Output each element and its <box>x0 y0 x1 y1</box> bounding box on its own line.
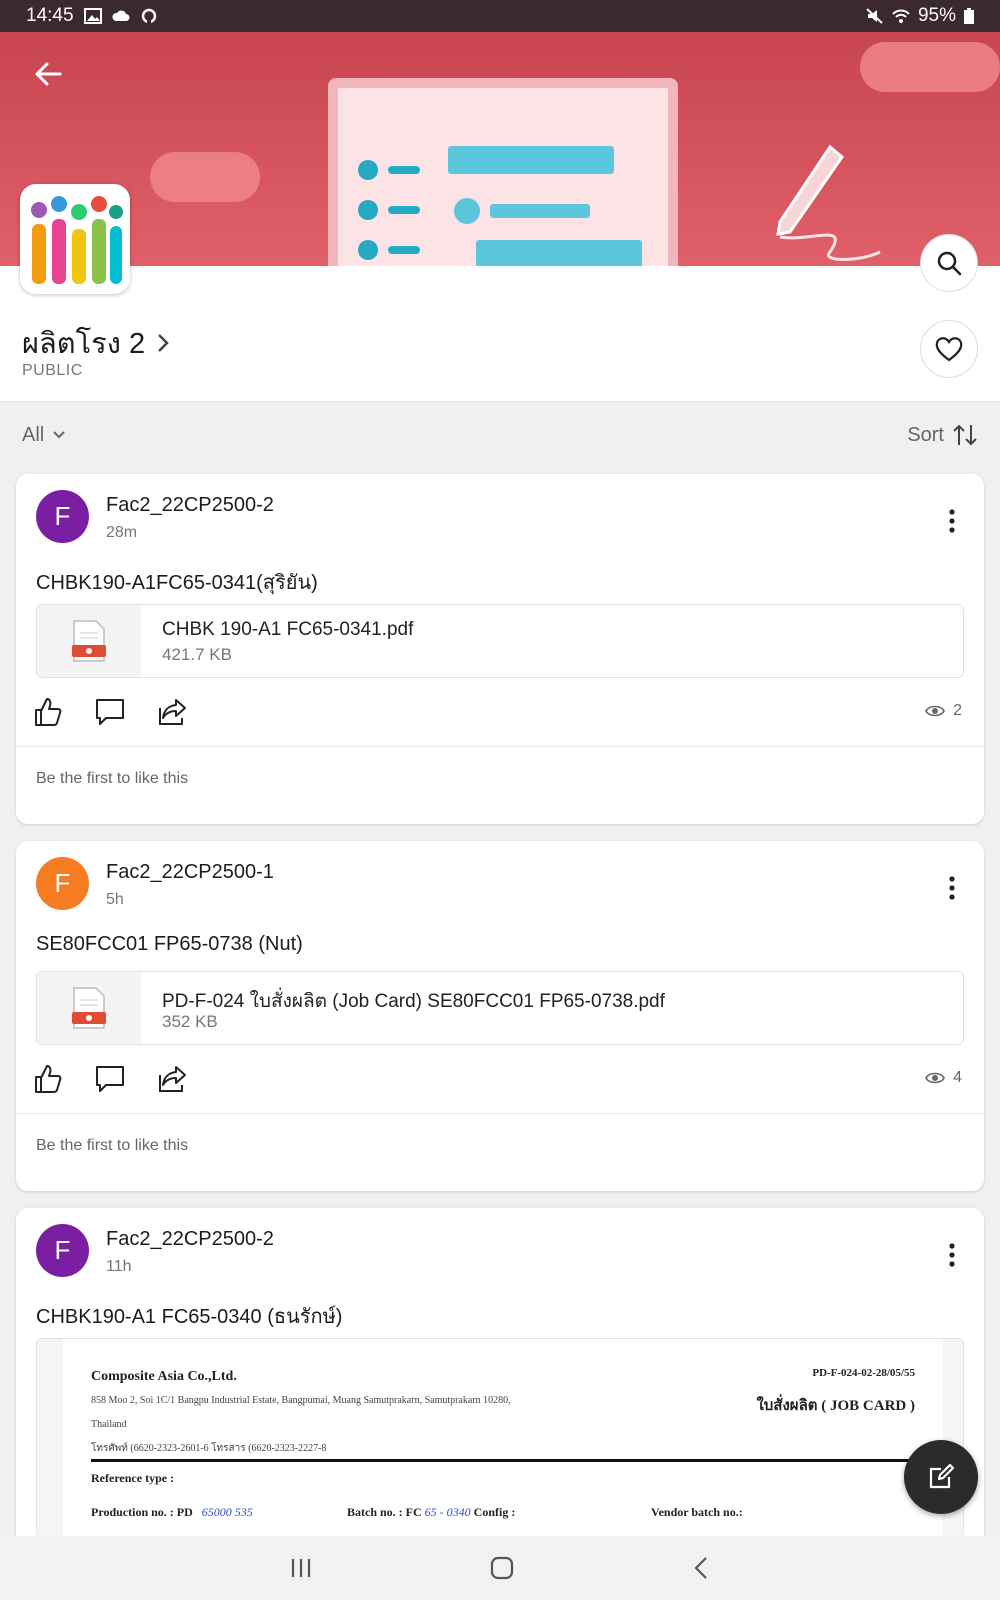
cloud-icon <box>112 10 130 21</box>
doc-country: Thailand <box>91 1419 127 1430</box>
post-card: F Fac2_22CP2500-2 11h CHBK190-A1 FC65-03… <box>16 1208 984 1588</box>
post-actions <box>32 1063 188 1095</box>
eye-icon <box>925 1072 945 1084</box>
avatar[interactable]: F <box>36 857 89 910</box>
group-name: ผลิตโรง 2 <box>22 328 146 360</box>
document-preview[interactable]: Composite Asia Co.,Ltd. 858 Moo 2, Soi 1… <box>36 1338 964 1538</box>
post-actions <box>32 696 188 728</box>
home-icon[interactable] <box>490 1556 514 1580</box>
battery-percent: 95% <box>917 5 956 26</box>
like-icon[interactable] <box>32 1063 64 1095</box>
file-attachment[interactable]: CHBK 190-A1 FC65-0341.pdf 421.7 KB <box>36 604 964 678</box>
new-post-button[interactable] <box>904 1440 978 1514</box>
post-text: CHBK190-A1FC65-0341(สุริยัน) <box>36 572 318 594</box>
doc-company: Composite Asia Co.,Ltd. <box>91 1369 237 1384</box>
search-icon <box>937 251 962 276</box>
avatar[interactable]: F <box>36 1224 89 1277</box>
pdf-file-icon <box>72 620 106 662</box>
back-icon[interactable] <box>691 1556 711 1580</box>
like-icon[interactable] <box>32 696 64 728</box>
chevron-right-icon <box>158 334 169 352</box>
doc-phone: โทรศัพท์ (6620-2323-2601-6 โทรสาร (6620-… <box>91 1443 327 1454</box>
gallery-icon <box>83 8 102 24</box>
group-logo <box>20 184 130 294</box>
sort-button[interactable]: Sort <box>907 423 978 447</box>
more-options-icon[interactable] <box>942 1242 962 1268</box>
share-icon[interactable] <box>156 696 188 728</box>
filter-bar: All Sort <box>0 412 1000 458</box>
system-navigation-bar <box>0 1536 1000 1600</box>
file-size: 352 KB <box>162 1012 218 1031</box>
mute-icon <box>866 8 883 24</box>
sync-icon <box>141 8 156 24</box>
compose-icon <box>929 1463 955 1489</box>
job-card-document: Composite Asia Co.,Ltd. 858 Moo 2, Soi 1… <box>63 1339 943 1537</box>
pdf-file-icon <box>72 987 106 1029</box>
group-cover-banner <box>0 32 1000 266</box>
post-card: F Fac2_22CP2500-2 28m CHBK190-A1FC65-034… <box>16 474 984 824</box>
more-options-icon[interactable] <box>942 508 962 534</box>
doc-form-title: ใบสั่งผลิต ( JOB CARD ) <box>756 1398 915 1414</box>
recent-apps-icon[interactable] <box>289 1557 313 1579</box>
all-filter-dropdown[interactable]: All <box>22 424 66 447</box>
post-time: 28m <box>106 524 138 541</box>
checklist-illustration <box>328 78 678 266</box>
doc-address: 858 Moo 2, Soi 1C/1 Bangpu Industrial Es… <box>91 1395 511 1406</box>
doc-vendor-label: Vendor batch no.: <box>651 1505 743 1519</box>
doc-form-code: PD-F-024-02-28/05/55 <box>812 1367 915 1379</box>
comment-icon[interactable] <box>94 1063 126 1095</box>
post-author[interactable]: Fac2_22CP2500-2 <box>106 1228 274 1251</box>
post-card: F Fac2_22CP2500-1 5h SE80FCC01 FP65-0738… <box>16 841 984 1191</box>
battery-icon <box>964 8 974 24</box>
status-time: 14:45 <box>26 5 74 26</box>
eye-icon <box>925 705 945 717</box>
doc-reference-label: Reference type : <box>91 1471 175 1485</box>
group-header: ผลิตโรง 2 PUBLIC <box>0 266 1000 402</box>
view-count: 4 <box>925 1069 962 1087</box>
sort-icon <box>953 424 977 446</box>
wifi-icon <box>892 9 910 23</box>
pen-illustration <box>776 144 881 261</box>
sort-label: Sort <box>907 423 944 446</box>
doc-batch: Batch no. : FC 65 - 0340 Config : <box>347 1505 516 1519</box>
doc-production: Production no. : PD 65000 535 <box>91 1505 253 1519</box>
file-size: 421.7 KB <box>162 645 232 664</box>
likes-summary: Be the first to like this <box>36 1137 189 1154</box>
view-count: 2 <box>925 702 962 720</box>
file-name: CHBK 190-A1 FC65-0341.pdf <box>162 619 414 640</box>
file-name: PD-F-024 ใบสั่งผลิต (Job Card) SE80FCC01… <box>162 991 665 1012</box>
post-time: 5h <box>106 891 124 908</box>
avatar[interactable]: F <box>36 490 89 543</box>
more-options-icon[interactable] <box>942 875 962 901</box>
likes-summary: Be the first to like this <box>36 770 189 787</box>
post-author[interactable]: Fac2_22CP2500-2 <box>106 494 274 517</box>
group-visibility: PUBLIC <box>22 362 83 379</box>
group-title[interactable]: ผลิตโรง 2 <box>22 320 171 366</box>
heart-icon <box>935 337 963 362</box>
all-filter-label: All <box>22 423 45 446</box>
status-bar: 14:45 95% <box>0 0 1000 32</box>
back-arrow-icon[interactable] <box>30 56 66 92</box>
chevron-down-icon <box>53 431 65 439</box>
comment-icon[interactable] <box>94 696 126 728</box>
post-time: 11h <box>106 1258 132 1275</box>
post-text: SE80FCC01 FP65-0738 (Nut) <box>36 933 303 955</box>
post-text: CHBK190-A1 FC65-0340 (ธนรักษ์) <box>36 1306 343 1328</box>
share-icon[interactable] <box>156 1063 188 1095</box>
search-button[interactable] <box>920 234 978 292</box>
post-author[interactable]: Fac2_22CP2500-1 <box>106 861 274 884</box>
file-attachment[interactable]: PD-F-024 ใบสั่งผลิต (Job Card) SE80FCC01… <box>36 971 964 1045</box>
favorite-button[interactable] <box>920 320 978 378</box>
